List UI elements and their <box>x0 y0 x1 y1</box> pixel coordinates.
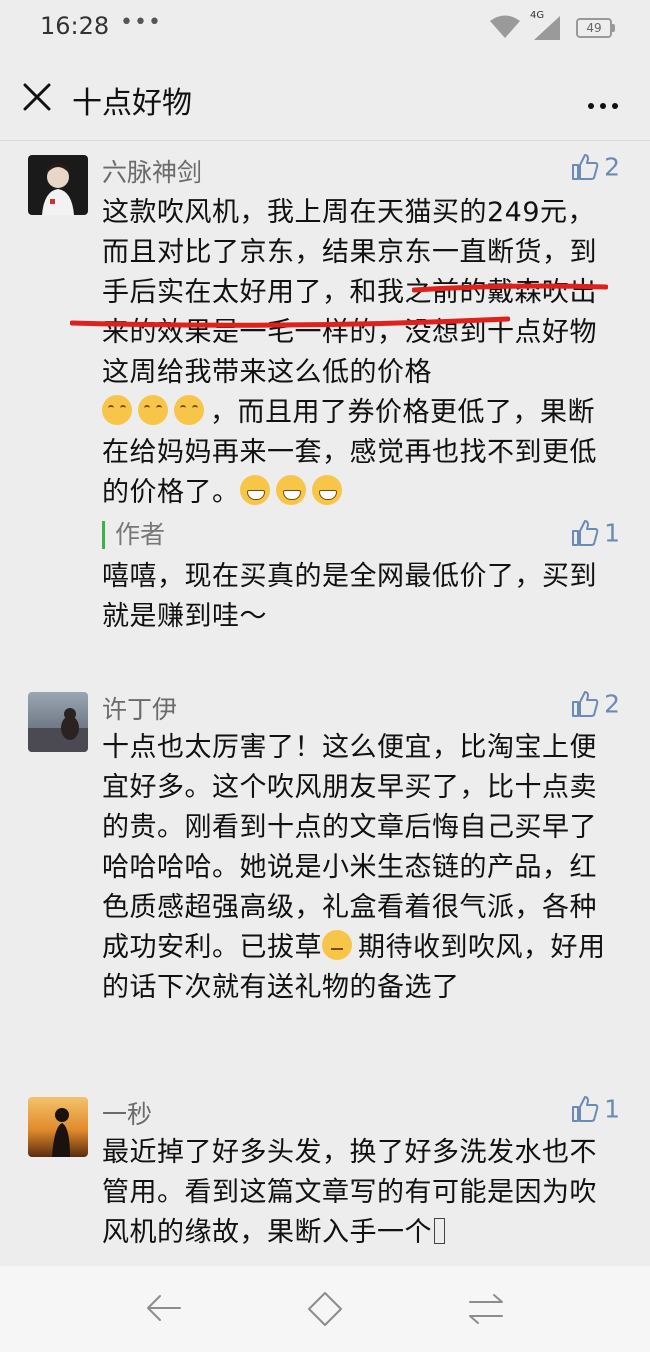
avatar[interactable] <box>28 155 88 215</box>
comment-text: 十点也太厉害了！这么便宜，比淘宝上便宜好多。这个吹风朋友早买了，比十点卖的贵。刚… <box>102 728 622 1008</box>
screen: 16:28 ••• 4G 49 十点好物 六脉神剑 2 这款吹风机，我上周在天猫… <box>0 0 650 1352</box>
battery-icon: 49 <box>576 18 612 38</box>
thumbs-up-icon <box>572 1096 599 1122</box>
crying-emoji-icon <box>174 395 204 425</box>
comment-text-part: 最近掉了好多头发，换了好多洗发水也不管用。看到这篇文章写的有可能是因为吹风机的缘… <box>102 1137 597 1248</box>
status-icons: 4G 49 <box>488 10 628 50</box>
thumbs-up-icon <box>572 691 599 717</box>
avatar-image <box>28 692 88 752</box>
status-time: 16:28 <box>40 12 110 40</box>
wifi-icon <box>490 15 520 38</box>
comment-author: 许丁伊 <box>102 695 178 724</box>
avatar[interactable] <box>28 692 88 752</box>
comment-text-part: 十点也太厉害了！这么便宜，比淘宝上便宜好多。这个吹风朋友早买了，比十点卖的贵。刚… <box>102 732 597 963</box>
back-arrow-icon[interactable] <box>144 1290 184 1328</box>
home-diamond-icon[interactable] <box>306 1290 344 1328</box>
signal-icon <box>534 16 560 40</box>
battery-cap <box>612 24 615 32</box>
close-icon[interactable] <box>22 82 52 112</box>
author-reply-text: 嘻嘻，现在买真的是全网最低价了，买到就是赚到哇～ <box>102 561 597 632</box>
like-button[interactable]: 2 <box>570 688 620 719</box>
like-button[interactable]: 1 <box>570 1093 620 1124</box>
system-navigation-bar <box>0 1266 650 1352</box>
avatar-image <box>28 155 88 215</box>
comment-list[interactable]: 六脉神剑 2 这款吹风机，我上周在天猫买的249元，而且对比了京东，结果京东一直… <box>0 141 650 1266</box>
like-count: 2 <box>604 152 620 182</box>
like-button[interactable]: 2 <box>570 151 620 182</box>
grinning-emoji-icon <box>311 475 342 505</box>
comment-author: 六脉神剑 <box>102 158 203 187</box>
page-title: 十点好物 <box>72 86 192 121</box>
author-reply-label: 作者 <box>102 521 165 549</box>
battery-level: 49 <box>586 21 602 35</box>
crying-emoji-icon <box>138 395 168 425</box>
switch-apps-icon[interactable] <box>466 1290 506 1328</box>
reply-like-button[interactable]: 1 <box>570 517 620 548</box>
thumbs-up-icon <box>572 154 599 180</box>
thumbs-up-icon <box>572 520 599 546</box>
like-count: 1 <box>604 1094 620 1124</box>
red-underline-annotation <box>412 283 608 293</box>
grinning-emoji-icon <box>239 475 270 505</box>
crying-emoji-icon <box>102 395 132 425</box>
comment-author: 一秒 <box>102 1100 153 1129</box>
like-count: 2 <box>604 689 620 719</box>
thinking-emoji-icon <box>322 930 352 960</box>
more-icon[interactable] <box>588 94 624 109</box>
red-underline-annotation <box>70 316 510 328</box>
like-count: 1 <box>604 518 620 548</box>
avatar-image <box>28 1097 88 1157</box>
notification-dots: ••• <box>120 10 162 35</box>
status-bar: 16:28 ••• 4G 49 <box>0 0 650 60</box>
avatar[interactable] <box>28 1097 88 1157</box>
missing-glyph-icon <box>434 1218 445 1244</box>
nav-bar: 十点好物 <box>0 60 650 141</box>
comment-text: 这款吹风机，我上周在天猫买的249元，而且对比了京东，结果京东一直断货，到手后实… <box>102 193 622 513</box>
comment-text: 最近掉了好多头发，换了好多洗发水也不管用。看到这篇文章写的有可能是因为吹风机的缘… <box>102 1133 622 1253</box>
grinning-emoji-icon <box>275 475 306 505</box>
